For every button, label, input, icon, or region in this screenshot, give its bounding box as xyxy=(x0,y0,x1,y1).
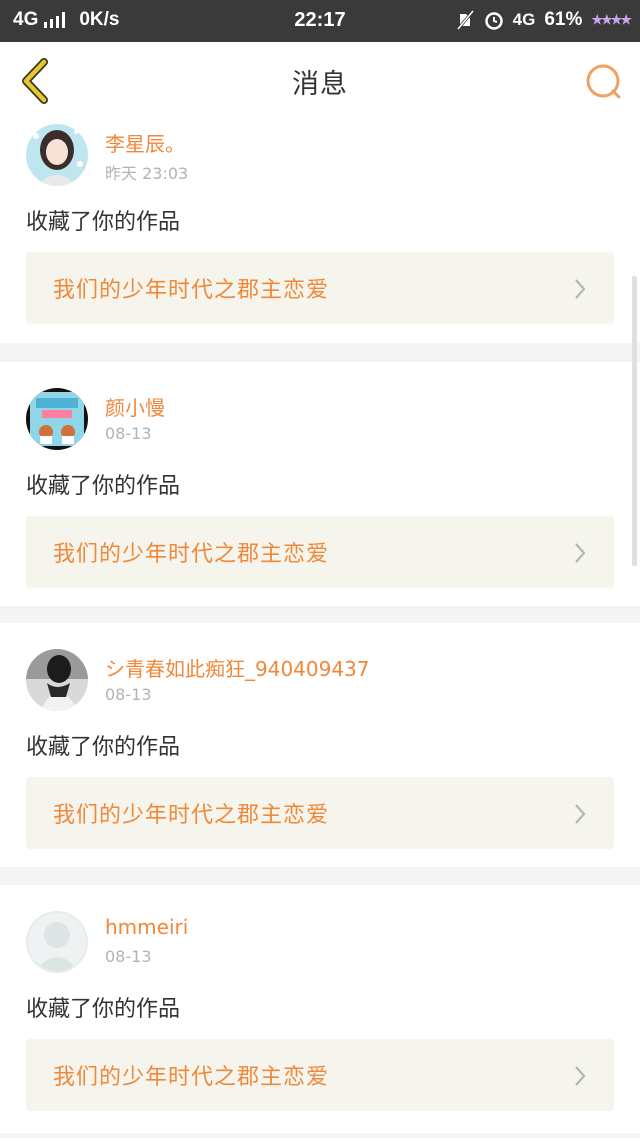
message-card: 李星辰。 昨天 23:03 收藏了你的作品 我们的少年时代之郡主恋爱 xyxy=(0,118,640,343)
avatar[interactable] xyxy=(26,124,88,186)
work-title: 我们的少年时代之郡主恋爱 xyxy=(53,803,330,828)
action-text: 收藏了你的作品 xyxy=(26,997,181,1022)
search-icon xyxy=(586,64,621,99)
avatar[interactable] xyxy=(26,911,88,973)
status-right: 4G 61% ★★★★ xyxy=(456,9,632,31)
work-link[interactable]: 我们的少年时代之郡主恋爱 xyxy=(26,777,614,849)
action-text: 收藏了你的作品 xyxy=(26,210,181,235)
search-button[interactable] xyxy=(582,60,626,104)
stars-icon: ★★★★ xyxy=(591,12,632,27)
message-card: シ青春如此痴狂_940409437 08-13 收藏了你的作品 我们的少年时代之… xyxy=(0,623,640,867)
scrollbar[interactable] xyxy=(632,276,637,566)
work-title: 我们的少年时代之郡主恋爱 xyxy=(53,542,330,567)
alarm-icon xyxy=(484,12,503,30)
work-link[interactable]: 我们的少年时代之郡主恋爱 xyxy=(26,1039,614,1111)
message-time: 08-13 xyxy=(105,685,152,704)
chevron-right-icon xyxy=(575,1066,586,1086)
work-title: 我们的少年时代之郡主恋爱 xyxy=(53,278,330,303)
mute-icon xyxy=(456,10,474,30)
message-time: 08-13 xyxy=(105,947,152,966)
work-link[interactable]: 我们的少年时代之郡主恋爱 xyxy=(26,516,614,588)
message-card: 颜小慢 08-13 收藏了你的作品 我们的少年时代之郡主恋爱 xyxy=(0,362,640,606)
status-bar: 4G 0K/s 22:17 4G 61% ★★★★ xyxy=(0,0,640,42)
chevron-right-icon xyxy=(575,279,586,299)
user-name[interactable]: 颜小慢 xyxy=(105,392,165,421)
work-title: 我们的少年时代之郡主恋爱 xyxy=(53,1065,330,1090)
user-name[interactable]: シ青春如此痴狂_940409437 xyxy=(105,653,370,682)
action-text: 收藏了你的作品 xyxy=(26,735,181,760)
action-text: 收藏了你的作品 xyxy=(26,474,181,499)
chevron-right-icon xyxy=(575,804,586,824)
message-time: 昨天 23:03 xyxy=(105,164,189,183)
page-title: 消息 xyxy=(292,69,348,100)
avatar[interactable] xyxy=(26,649,88,711)
network-right-label: 4G xyxy=(512,10,536,29)
chevron-right-icon xyxy=(575,543,586,563)
battery-label: 61% xyxy=(544,9,583,30)
message-card: hmmeiri 08-13 收藏了你的作品 我们的少年时代之郡主恋爱 xyxy=(0,885,640,1133)
avatar[interactable] xyxy=(26,388,88,450)
user-name[interactable]: 李星辰。 xyxy=(105,128,185,157)
user-name[interactable]: hmmeiri xyxy=(105,915,188,939)
work-link[interactable]: 我们的少年时代之郡主恋爱 xyxy=(26,252,614,324)
message-time: 08-13 xyxy=(105,424,152,443)
nav-bar: 消息 xyxy=(0,42,640,120)
